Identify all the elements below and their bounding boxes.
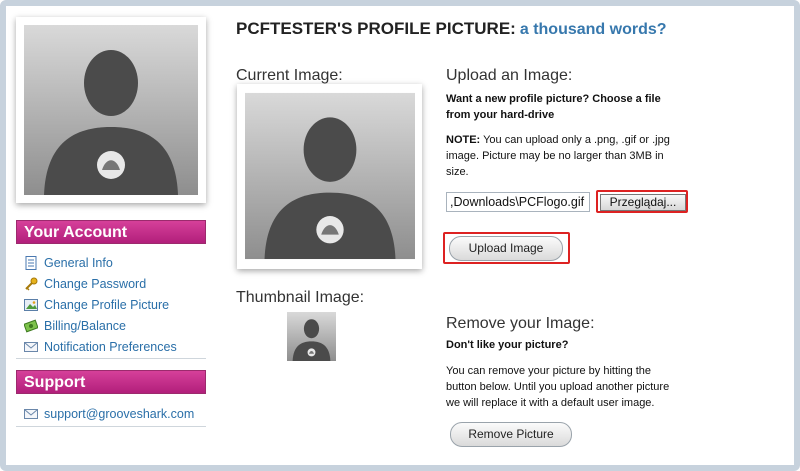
current-image-silhouette xyxy=(245,92,415,260)
money-icon xyxy=(23,319,40,333)
picture-icon xyxy=(24,298,40,312)
your-account-heading: Your Account xyxy=(16,220,206,244)
account-nav: General Info Change Password Change Prof… xyxy=(23,252,209,357)
note-text: You can upload only a .png, .gif or .jpg… xyxy=(446,134,670,178)
support-email-link[interactable]: support@grooveshark.com xyxy=(24,403,209,424)
sidebar-item-general-info[interactable]: General Info xyxy=(24,252,209,273)
upload-intro: Want a new profile picture? Choose a fil… xyxy=(446,93,661,121)
remove-question: Don't like your picture? xyxy=(446,339,569,351)
sidebar-item-notification-preferences[interactable]: Notification Preferences xyxy=(24,336,209,357)
browse-highlight: Przeglądaj... xyxy=(596,190,688,213)
envelope-icon xyxy=(24,407,40,421)
sidebar-item-label: General Info xyxy=(44,255,113,270)
upload-heading: Upload an Image: xyxy=(446,67,573,84)
upload-image-button[interactable]: Upload Image xyxy=(449,236,563,261)
current-image xyxy=(237,84,422,269)
note-label: NOTE: xyxy=(446,134,481,146)
sidebar-item-label: Change Profile Picture xyxy=(44,297,170,312)
page-title: PCFTESTER'S PROFILE PICTURE: a thousand w… xyxy=(236,19,667,39)
thumbnail-image-heading: Thumbnail Image: xyxy=(236,289,365,306)
upload-highlight: Upload Image xyxy=(443,232,570,264)
support-heading: Support xyxy=(16,370,206,394)
key-icon xyxy=(24,277,40,291)
upload-note: NOTE: You can upload only a .png, .gif o… xyxy=(446,132,676,180)
thumbnail-silhouette xyxy=(287,312,336,361)
sidebar-item-change-password[interactable]: Change Password xyxy=(24,273,209,294)
sidebar-item-label: Change Password xyxy=(44,276,147,291)
envelope-icon xyxy=(24,340,40,354)
page-title-subtitle: a thousand words? xyxy=(519,21,667,38)
default-user-silhouette xyxy=(24,25,198,195)
sidebar-item-label: Notification Preferences xyxy=(44,339,177,354)
document-icon xyxy=(24,255,40,270)
remove-picture-button[interactable]: Remove Picture xyxy=(450,422,572,447)
sidebar-item-billing-balance[interactable]: Billing/Balance xyxy=(23,315,209,336)
sidebar-item-change-profile-picture[interactable]: Change Profile Picture xyxy=(24,294,209,315)
remove-text: You can remove your picture by hitting t… xyxy=(446,365,670,409)
thumbnail-image xyxy=(287,312,336,361)
sidebar-item-label: Billing/Balance xyxy=(44,318,126,333)
sidebar-divider xyxy=(16,358,206,359)
support-email-label: support@grooveshark.com xyxy=(44,406,195,421)
support-nav: support@grooveshark.com xyxy=(24,403,209,424)
file-path-input[interactable]: ,Downloads\PCFlogo.gif xyxy=(446,192,590,212)
browse-button[interactable]: Przeglądaj... xyxy=(600,194,686,211)
remove-heading: Remove your Image: xyxy=(446,315,595,332)
sidebar-divider xyxy=(16,426,206,427)
sidebar-avatar xyxy=(16,17,206,203)
current-image-heading: Current Image: xyxy=(236,67,343,84)
page-title-main: PCFTESTER'S PROFILE PICTURE: xyxy=(236,19,516,38)
